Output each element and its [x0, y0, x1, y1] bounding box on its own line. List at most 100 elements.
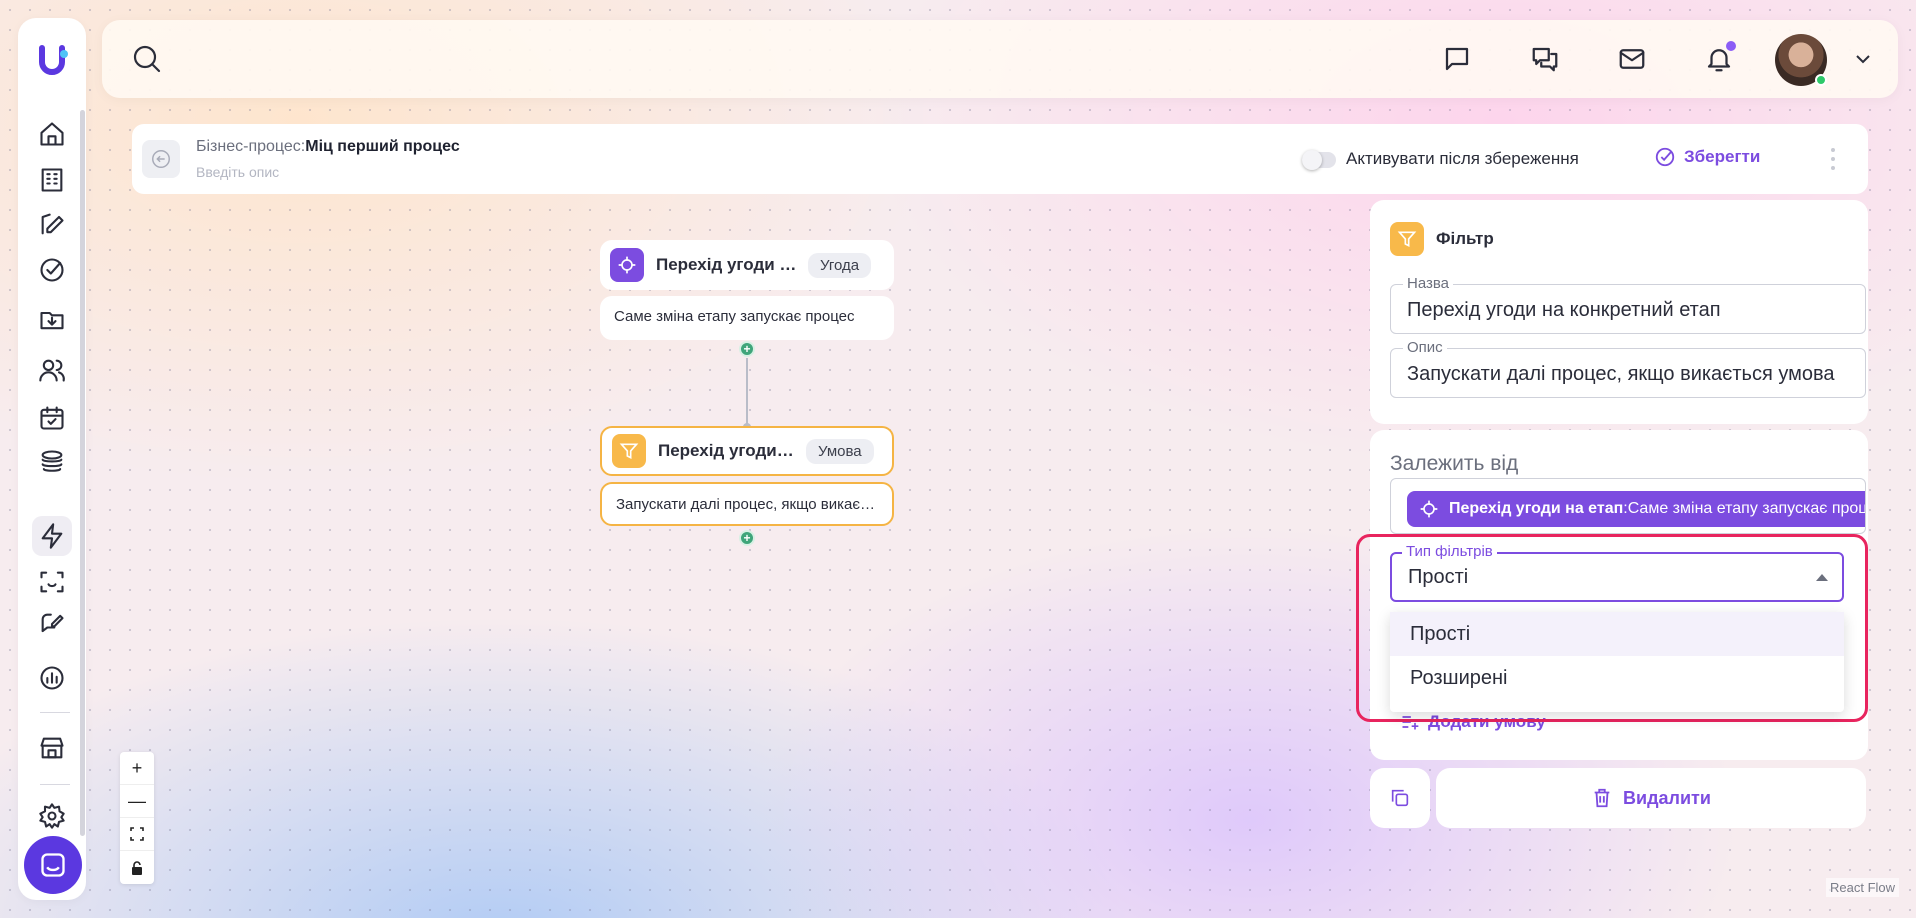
mail-icon [1619, 49, 1645, 69]
fullscreen-icon [130, 827, 144, 841]
sidebar-item-automation[interactable] [32, 516, 72, 556]
lock-button[interactable] [120, 851, 154, 884]
depends-chip-text: :Саме зміна етапу запускає процес [1623, 500, 1866, 517]
caret-up-icon [1816, 574, 1828, 581]
sidebar-item-calendar[interactable] [32, 398, 72, 438]
users-icon [39, 359, 65, 382]
filter-icon [1390, 222, 1424, 256]
name-field-label: Назва [1403, 275, 1454, 292]
gear-icon [39, 803, 65, 829]
add-node-handle[interactable]: + [739, 530, 755, 546]
description-field[interactable]: Опис Запускати далі процес, якщо викаєть… [1390, 339, 1866, 398]
sidebar-divider [40, 712, 70, 713]
edit-chart-icon [41, 213, 64, 235]
delete-button[interactable]: Видалити [1436, 768, 1866, 828]
description-field-label: Опис [1403, 339, 1447, 356]
depends-chip-title: Перехід угоди на етап [1449, 500, 1624, 517]
sidebar-item-documents[interactable] [32, 160, 72, 200]
filter-panel-header: Фільтр [1390, 222, 1494, 256]
name-field[interactable]: Назва Перехід угоди на конкретний етап [1390, 275, 1866, 334]
activate-toggle-label: Активувати після збереження [1346, 149, 1579, 168]
building-list-icon [41, 168, 63, 192]
support-chat-button[interactable] [24, 836, 82, 894]
chart-circle-icon [40, 666, 64, 690]
zoom-controls: + — [120, 752, 154, 884]
sidebar-scrollbar[interactable] [80, 110, 85, 836]
save-button-label: Зберегти [1684, 147, 1761, 166]
sidebar-item-inbox[interactable] [32, 300, 72, 340]
depends-on-field[interactable]: Перехід угоди на етап:Саме зміна етапу з… [1390, 478, 1866, 534]
target-icon [610, 248, 644, 282]
dropdown-option-simple[interactable]: Прості [1390, 612, 1844, 656]
filter-type-dropdown: Прості Розширені [1390, 612, 1844, 712]
save-button[interactable]: Зберегти [1654, 146, 1760, 168]
back-button[interactable] [142, 140, 180, 178]
check-circle-icon [1655, 147, 1675, 167]
zoom-in-button[interactable]: + [120, 752, 154, 785]
sidebar-item-home[interactable] [32, 114, 72, 154]
node-description: Саме зміна етапу запускає процес [600, 296, 894, 340]
chat-button[interactable] [1442, 44, 1472, 74]
sidebar-item-tasks[interactable] [32, 250, 72, 290]
home-icon [40, 122, 64, 146]
messages-button[interactable] [1530, 44, 1560, 74]
filter-type-select[interactable]: Тип фільтрів Прості [1390, 543, 1844, 602]
node-type-tag: Умова [806, 438, 874, 464]
search-icon[interactable] [132, 44, 162, 74]
node-title: Перехід угоди на конкретний етап [658, 441, 798, 460]
sidebar-item-scan[interactable] [32, 562, 72, 602]
calendar-check-icon [40, 406, 64, 430]
react-flow-attribution[interactable]: React Flow [1826, 878, 1900, 897]
sidebar-item-tasks-edit[interactable] [32, 204, 72, 244]
add-node-handle[interactable]: + [739, 341, 755, 357]
process-title-label: Бізнес-процес: [196, 138, 306, 155]
sidebar-item-reports[interactable] [32, 658, 72, 698]
filter-type-value: Прості [1408, 566, 1469, 588]
process-description-input[interactable]: Введіть опис [196, 164, 279, 180]
duplicate-button[interactable] [1370, 768, 1430, 828]
user-avatar[interactable] [1775, 34, 1827, 86]
sidebar-item-store[interactable] [32, 728, 72, 768]
store-icon [40, 737, 64, 759]
more-vertical-icon[interactable] [1830, 146, 1836, 172]
process-toolbar: Бізнес-процес:Міц перший процес Введіть … [132, 124, 1868, 194]
process-title[interactable]: Бізнес-процес:Міц перший процес [196, 138, 460, 156]
zoom-out-button[interactable]: — [120, 785, 154, 818]
process-name: Міц перший процес [305, 138, 460, 155]
mail-button[interactable] [1617, 44, 1647, 74]
filter-icon [612, 434, 646, 468]
online-status-indicator [1815, 74, 1827, 86]
top-header [102, 20, 1898, 98]
scan-user-icon [40, 571, 64, 593]
node-title: Перехід угоди на конкретний етап [656, 255, 800, 274]
arrow-left-circle-icon [152, 150, 170, 168]
node-description: Запускати далі процес, якщо викається ум… [600, 482, 894, 526]
sidebar-item-database[interactable] [32, 442, 72, 482]
layers-coins-icon [41, 450, 63, 472]
messages-icon [1532, 47, 1558, 72]
chat-edit-icon [41, 613, 64, 633]
dropdown-option-advanced[interactable]: Розширені [1390, 656, 1844, 700]
node-header[interactable]: Перехід угоди на конкретний етап Умова [600, 426, 894, 476]
sidebar-item-settings[interactable] [32, 796, 72, 836]
app-logo-icon[interactable] [38, 44, 68, 76]
filter-type-label: Тип фільтрів [1402, 543, 1497, 560]
sidebar-item-feedback[interactable] [32, 604, 72, 644]
fit-view-button[interactable] [120, 818, 154, 851]
notifications-button[interactable] [1704, 41, 1736, 74]
check-circle-icon [40, 258, 64, 282]
filter-panel-title: Фільтр [1436, 229, 1494, 248]
delete-label: Видалити [1623, 787, 1711, 808]
activate-toggle[interactable] [1302, 150, 1336, 170]
depends-on-label: Залежить від [1390, 452, 1519, 475]
depends-on-chip[interactable]: Перехід угоди на етап:Саме зміна етапу з… [1407, 491, 1866, 527]
chevron-down-icon[interactable] [1852, 48, 1874, 70]
sidebar-divider [40, 784, 70, 785]
node-header[interactable]: Перехід угоди на конкретний етап Угода [600, 240, 894, 290]
node-type-tag: Угода [808, 252, 872, 278]
sidebar [18, 18, 86, 900]
copy-icon [1391, 789, 1409, 807]
sidebar-item-contacts[interactable] [32, 350, 72, 390]
description-field-value: Запускати далі процес, якщо викається ум… [1407, 363, 1835, 385]
flow-edge[interactable] [746, 358, 748, 426]
